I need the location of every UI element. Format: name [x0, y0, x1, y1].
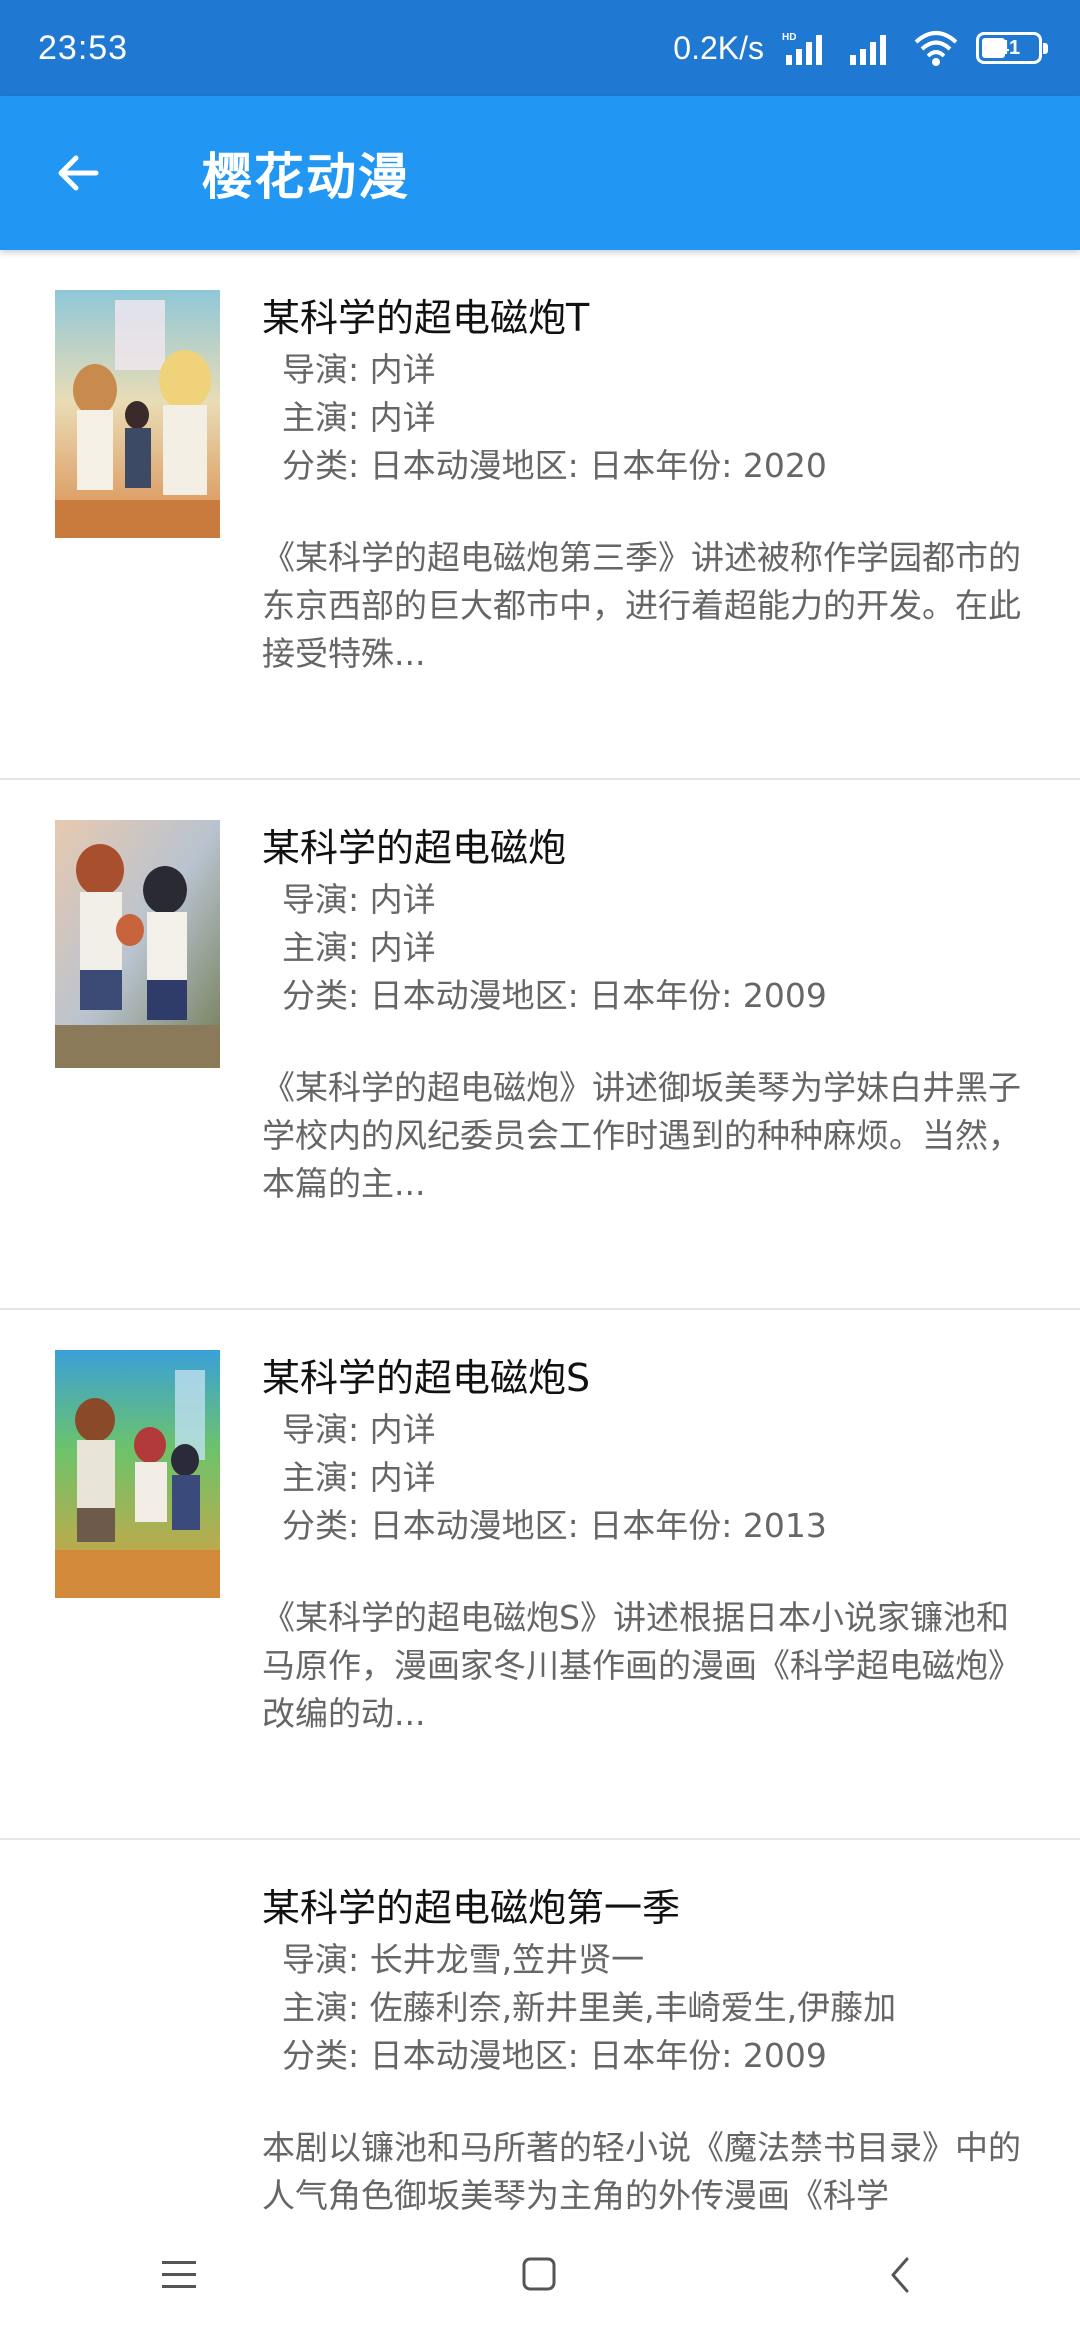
category-value: 日本动漫地区: 日本年份: 2009 — [369, 2036, 827, 2075]
category-row: 分类: 日本动漫地区: 日本年份: 2020 — [262, 442, 1042, 490]
hd-signal-icon: HD — [782, 32, 822, 65]
category-row: 分类: 日本动漫地区: 日本年份: 2009 — [262, 972, 1042, 1020]
director-label: 导演: — [282, 350, 360, 389]
cast-row: 主演: 内详 — [262, 924, 1042, 972]
item-info: 某科学的超电磁炮 导演: 内详 主演: 内详 分类: 日本动漫地区: 日本年份:… — [262, 820, 1042, 1208]
list-item[interactable]: 某科学的超电磁炮第一季 导演: 长井龙雪,笠井贤一 主演: 佐藤利奈,新井里美,… — [0, 1840, 1080, 2210]
system-nav-bar — [0, 2210, 1080, 2340]
cast-row: 主演: 内详 — [262, 1454, 1042, 1502]
cast-value: 内详 — [369, 928, 436, 967]
back-button[interactable] — [28, 123, 128, 223]
poster-image — [55, 820, 220, 1068]
item-description: 《某科学的超电磁炮第三季》讲述被称作学园都市的东京西部的巨大都市中，进行着超能力… — [262, 538, 1021, 673]
director-row: 导演: 内详 — [262, 876, 1042, 924]
cast-row: 主演: 内详 — [262, 394, 1042, 442]
list-item[interactable]: 某科学的超电磁炮T 导演: 内详 主演: 内详 分类: 日本动漫地区: 日本年份… — [0, 250, 1080, 780]
status-icons: 0.2K/s HD 41 — [673, 28, 1048, 68]
item-title: 某科学的超电磁炮 — [262, 826, 567, 870]
battery-icon: 41 — [976, 32, 1048, 64]
cast-label: 主演: — [282, 1458, 360, 1497]
menu-button[interactable] — [120, 2225, 240, 2325]
director-label: 导演: — [282, 1410, 360, 1449]
cast-value: 佐藤利奈,新井里美,丰崎爱生,伊藤加 — [369, 1988, 897, 2027]
list-item[interactable]: 某科学的超电磁炮 导演: 内详 主演: 内详 分类: 日本动漫地区: 日本年份:… — [0, 780, 1080, 1310]
category-value: 日本动漫地区: 日本年份: 2009 — [369, 976, 827, 1015]
chevron-left-icon — [891, 2257, 909, 2293]
battery-level: 41 — [997, 36, 1021, 59]
cast-label: 主演: — [282, 398, 360, 437]
cast-row: 主演: 佐藤利奈,新井里美,丰崎爱生,伊藤加 — [262, 1984, 1042, 2032]
director-value: 内详 — [369, 1410, 436, 1449]
item-description: 本剧以镰池和马所著的轻小说《魔法禁书目录》中的人气角色御坂美琴为主角的外传漫画《… — [262, 2128, 1021, 2210]
director-value: 内详 — [369, 880, 436, 919]
status-time: 23:53 — [38, 28, 129, 67]
item-info: 某科学的超电磁炮第一季 导演: 长井龙雪,笠井贤一 主演: 佐藤利奈,新井里美,… — [262, 1880, 1042, 2210]
category-row: 分类: 日本动漫地区: 日本年份: 2013 — [262, 1502, 1042, 1550]
item-title: 某科学的超电磁炮T — [262, 296, 590, 340]
director-row: 导演: 内详 — [262, 346, 1042, 394]
director-row: 导演: 内详 — [262, 1406, 1042, 1454]
nav-back-button[interactable] — [840, 2225, 960, 2325]
category-row: 分类: 日本动漫地区: 日本年份: 2009 — [262, 2032, 1042, 2080]
home-button[interactable] — [480, 2225, 600, 2325]
app-bar: 樱花动漫 — [0, 96, 1080, 250]
arrow-left-icon — [58, 155, 99, 191]
item-title: 某科学的超电磁炮第一季 — [262, 1886, 681, 1930]
poster-image — [55, 1350, 220, 1598]
anime-list: 某科学的超电磁炮T 导演: 内详 主演: 内详 分类: 日本动漫地区: 日本年份… — [0, 250, 1080, 2210]
category-value: 日本动漫地区: 日本年份: 2020 — [369, 446, 827, 485]
item-title: 某科学的超电磁炮S — [262, 1356, 591, 1400]
cast-value: 内详 — [369, 1458, 436, 1497]
category-label: 分类: — [282, 446, 360, 485]
square-home-icon — [522, 2257, 556, 2291]
network-speed: 0.2K/s — [673, 29, 764, 66]
category-label: 分类: — [282, 2036, 360, 2075]
cast-value: 内详 — [369, 398, 436, 437]
director-value: 长井龙雪,笠井贤一 — [369, 1940, 645, 1979]
hd-label: HD — [782, 32, 796, 43]
wifi-icon — [914, 31, 958, 66]
director-value: 内详 — [369, 350, 436, 389]
item-description: 《某科学的超电磁炮S》讲述根据日本小说家镰池和马原作，漫画家冬川基作画的漫画《科… — [262, 1598, 1021, 1733]
menu-icon — [162, 2261, 196, 2288]
item-info: 某科学的超电磁炮S 导演: 内详 主演: 内详 分类: 日本动漫地区: 日本年份… — [262, 1350, 1042, 1738]
item-info: 某科学的超电磁炮T 导演: 内详 主演: 内详 分类: 日本动漫地区: 日本年份… — [262, 290, 1042, 678]
poster-image — [55, 290, 220, 538]
cast-label: 主演: — [282, 928, 360, 967]
category-label: 分类: — [282, 1506, 360, 1545]
cast-label: 主演: — [282, 1988, 360, 2027]
director-label: 导演: — [282, 1940, 360, 1979]
status-bar: 23:53 0.2K/s HD 41 — [0, 0, 1080, 96]
category-label: 分类: — [282, 976, 360, 1015]
director-label: 导演: — [282, 880, 360, 919]
app-title: 樱花动漫 — [202, 148, 410, 206]
item-description: 《某科学的超电磁炮》讲述御坂美琴为学妹白井黑子学校内的风纪委员会工作时遇到的种种… — [262, 1068, 1021, 1203]
category-value: 日本动漫地区: 日本年份: 2013 — [369, 1506, 827, 1545]
director-row: 导演: 长井龙雪,笠井贤一 — [262, 1936, 1042, 1984]
list-item[interactable]: 某科学的超电磁炮S 导演: 内详 主演: 内详 分类: 日本动漫地区: 日本年份… — [0, 1310, 1080, 1840]
signal-icon — [850, 35, 886, 65]
